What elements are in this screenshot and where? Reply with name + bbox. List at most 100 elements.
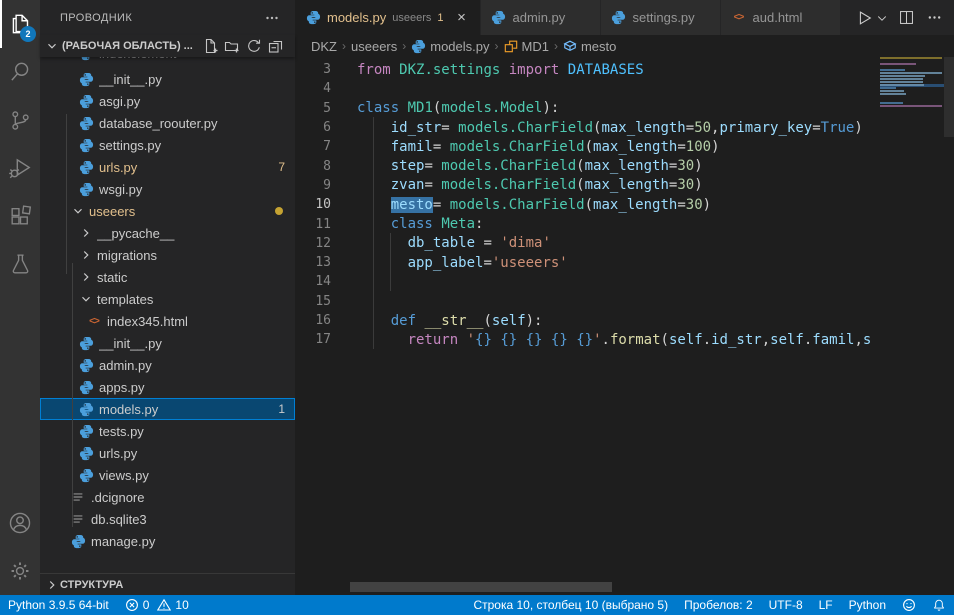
code-line-17[interactable]: 17 return '{} {} {} {} {}'.format(self.i…: [295, 330, 880, 349]
line-number: 3: [295, 62, 357, 77]
python-icon: [79, 72, 94, 87]
tab-aud-html[interactable]: <>aud.html: [721, 0, 841, 35]
code-editor[interactable]: 3from DKZ.settings import DATABASES45cla…: [295, 57, 954, 595]
cursor-position-status[interactable]: Строка 10, столбец 10 (выбрано 5): [465, 595, 676, 615]
tree-file-apps-py[interactable]: apps.py: [40, 376, 295, 398]
workspace-section-header[interactable]: (РАБОЧАЯ ОБЛАСТЬ) ...: [40, 35, 295, 57]
indentation-status[interactable]: Пробелов: 2: [676, 595, 761, 615]
vertical-scrollbar[interactable]: [944, 57, 954, 595]
code-line-10[interactable]: 10 mesto= models.CharField(max_length=30…: [295, 195, 880, 214]
tree-folder--pycache-[interactable]: __pycache__: [40, 222, 295, 244]
vertical-scrollbar-slider[interactable]: [944, 57, 954, 137]
outline-section-header[interactable]: СТРУКТУРА: [40, 573, 295, 595]
tree-item-label: urls.py: [99, 160, 278, 175]
editor-more-actions-button[interactable]: [922, 6, 946, 30]
tree-file-models-py[interactable]: models.py1: [40, 398, 295, 420]
tree-file-urls-py[interactable]: urls.py: [40, 442, 295, 464]
tree-file-wsgi-py[interactable]: wsgi.py: [40, 178, 295, 200]
line-number: 15: [295, 294, 357, 309]
tree-file-views-py[interactable]: views.py: [40, 464, 295, 486]
tree-file-urls-py[interactable]: urls.py7: [40, 156, 295, 178]
breadcrumb-item-md1[interactable]: MD1: [504, 39, 549, 54]
tab-label: aud.html: [753, 10, 803, 25]
tree-file-db-sqlite3[interactable]: db.sqlite3: [40, 508, 295, 530]
problems-status[interactable]: 0 10: [117, 595, 197, 615]
code-line-8[interactable]: 8 step= models.CharField(max_length=30): [295, 156, 880, 175]
code-line-5[interactable]: 5class MD1(models.Model):: [295, 99, 880, 118]
run-python-file-button[interactable]: [852, 6, 876, 30]
notifications-button[interactable]: [924, 595, 954, 615]
problems-badge: 1: [278, 402, 285, 416]
tree-file-database-roouter-py[interactable]: database_roouter.py: [40, 112, 295, 134]
code-line-6[interactable]: 6 id_str= models.CharField(max_length=50…: [295, 118, 880, 137]
new-folder-button[interactable]: [221, 36, 243, 56]
tree-item-label: views.py: [99, 468, 295, 483]
tree-file-settings-py[interactable]: settings.py: [40, 134, 295, 156]
tree-folder-static[interactable]: static: [40, 266, 295, 288]
tree-folder-migrations[interactable]: migrations: [40, 244, 295, 266]
feedback-button[interactable]: [894, 595, 924, 615]
code-line-11[interactable]: 11 class Meta:: [295, 214, 880, 233]
tree-file--dcignore[interactable]: .dcignore: [40, 486, 295, 508]
code-line-12[interactable]: 12 db_table = 'dima': [295, 234, 880, 253]
python-icon: [411, 39, 426, 54]
explorer-more-actions-button[interactable]: [261, 8, 283, 28]
language-mode-status[interactable]: Python: [841, 595, 894, 615]
refresh-button[interactable]: [243, 36, 265, 56]
tree-file-manage-py[interactable]: manage.py: [40, 530, 295, 552]
tab-bar: models.pyuseeers1×admin.pysettings.py<>a…: [295, 0, 954, 35]
new-file-icon: [202, 38, 218, 54]
tree-file-tests-py[interactable]: tests.py: [40, 420, 295, 442]
python-icon: [79, 468, 94, 483]
code-line-16[interactable]: 16 def __str__(self):: [295, 311, 880, 330]
python-interpreter-status[interactable]: Python 3.9.5 64-bit: [0, 595, 117, 615]
tree-folder-useeers[interactable]: useeers: [40, 200, 295, 222]
code-line-3[interactable]: 3from DKZ.settings import DATABASES: [295, 60, 880, 79]
activity-item-run-debug[interactable]: [0, 144, 40, 192]
tree-file-asgi-py[interactable]: asgi.py: [40, 90, 295, 112]
tab-models-py[interactable]: models.pyuseeers1×: [295, 0, 481, 35]
code-line-9[interactable]: 9 zvan= models.CharField(max_length=30): [295, 176, 880, 195]
code-line-4[interactable]: 4: [295, 79, 880, 98]
eol-status[interactable]: LF: [811, 595, 841, 615]
tree-file-indexelement[interactable]: indexelement: [40, 57, 295, 68]
code-line-14[interactable]: 14: [295, 272, 880, 291]
activity-item-accounts[interactable]: [0, 499, 40, 547]
encoding-status[interactable]: UTF-8: [761, 595, 811, 615]
code-line-7[interactable]: 7 famil= models.CharField(max_length=100…: [295, 137, 880, 156]
tree-file--init-py[interactable]: __init__.py: [40, 332, 295, 354]
tree-folder-templates[interactable]: templates: [40, 288, 295, 310]
class-symbol-icon: [504, 39, 518, 53]
breadcrumb-item-useeers[interactable]: useeers: [351, 39, 397, 54]
tab-admin-py[interactable]: admin.py: [481, 0, 601, 35]
html-icon: <>: [89, 316, 99, 327]
play-icon: [855, 9, 873, 27]
activity-item-search[interactable]: [0, 48, 40, 96]
close-tab-button[interactable]: ×: [454, 9, 470, 26]
breadcrumb-item-mesto[interactable]: mesto: [563, 39, 616, 54]
activity-item-settings[interactable]: [0, 547, 40, 595]
tree-file--init-py[interactable]: __init__.py: [40, 68, 295, 90]
tree-item-label: asgi.py: [99, 94, 295, 109]
tree-file-admin-py[interactable]: admin.py: [40, 354, 295, 376]
code-line-13[interactable]: 13 app_label='useeers': [295, 253, 880, 272]
tree-file-index345-html[interactable]: <>index345.html: [40, 310, 295, 332]
code-line-15[interactable]: 15: [295, 292, 880, 311]
bell-icon: [932, 598, 946, 612]
minimap[interactable]: [880, 57, 944, 595]
activity-item-testing[interactable]: [0, 240, 40, 288]
tab-settings-py[interactable]: settings.py: [601, 0, 721, 35]
collapse-folders-button[interactable]: [265, 36, 287, 56]
problems-badge: 7: [278, 160, 285, 174]
activity-item-explorer[interactable]: 2: [0, 0, 40, 48]
error-icon: [125, 598, 139, 612]
workspace-title: (РАБОЧАЯ ОБЛАСТЬ) ...: [62, 40, 193, 52]
horizontal-scrollbar-slider[interactable]: [350, 582, 612, 592]
run-options-dropdown[interactable]: [874, 6, 890, 30]
split-editor-button[interactable]: [894, 6, 918, 30]
activity-item-extensions[interactable]: [0, 192, 40, 240]
new-file-button[interactable]: [199, 36, 221, 56]
breadcrumb-item-dkz[interactable]: DKZ: [311, 39, 337, 54]
activity-item-source-control[interactable]: [0, 96, 40, 144]
breadcrumb-item-models-py[interactable]: models.py: [411, 39, 489, 54]
